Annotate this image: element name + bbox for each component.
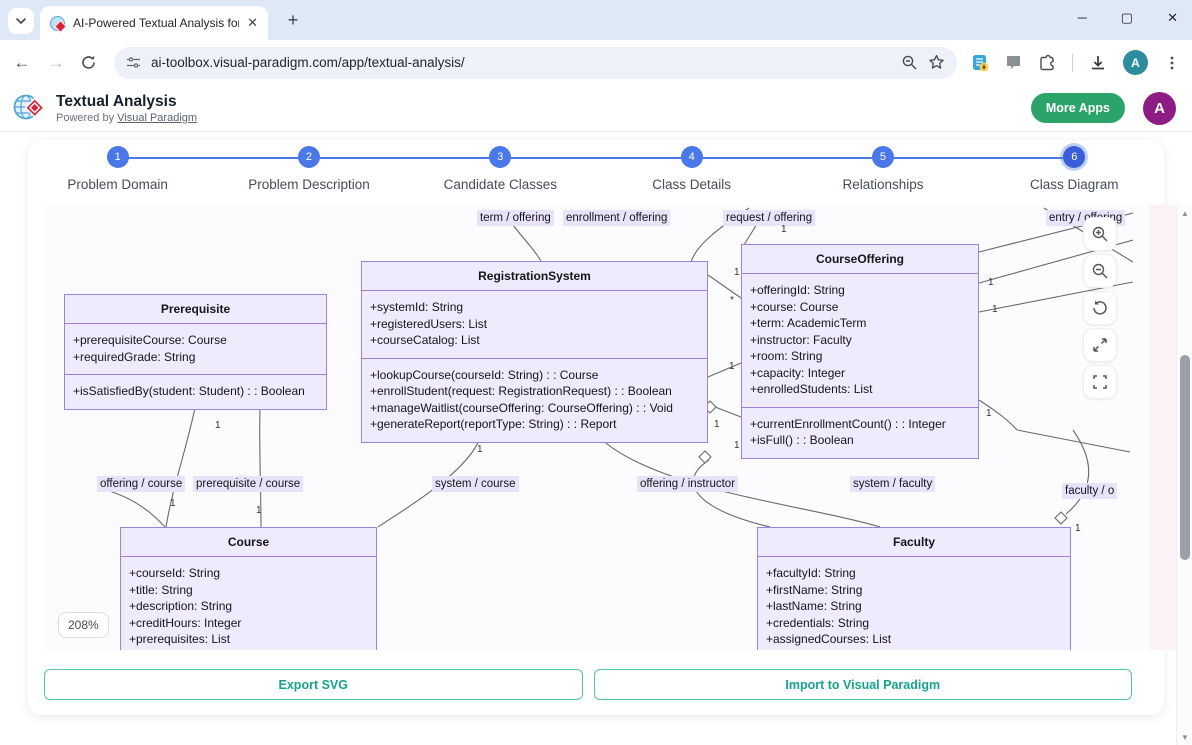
step-problem-description[interactable]: 2 Problem Description <box>213 132 404 205</box>
reset-view-icon <box>1091 299 1109 317</box>
tab-title: AI-Powered Textual Analysis for <box>73 16 239 30</box>
step-number: 5 <box>872 146 894 168</box>
import-to-vp-button[interactable]: Import to Visual Paradigm <box>594 669 1133 700</box>
page-zoom-icon[interactable] <box>901 54 918 71</box>
step-relationships[interactable]: 5 Relationships <box>787 132 978 205</box>
browser-profile-avatar[interactable]: A <box>1123 50 1148 75</box>
multiplicity-label: 1 <box>986 409 992 419</box>
address-bar[interactable]: ai-toolbox.visual-paradigm.com/app/textu… <box>114 47 957 79</box>
step-label: Class Details <box>652 177 731 192</box>
export-svg-button[interactable]: Export SVG <box>44 669 583 700</box>
zoom-in-button[interactable] <box>1083 217 1117 251</box>
multiplicity-layer: 1 1 * 1 1 1 1 1 1 1 1 1 1 1 <box>44 205 1133 650</box>
multiplicity-label: * <box>730 296 734 306</box>
extensions-icon[interactable] <box>1038 54 1056 72</box>
step-label: Relationships <box>842 177 923 192</box>
scrollbar-thumb[interactable] <box>1180 355 1190 560</box>
step-number: 1 <box>107 146 129 168</box>
maximize-button[interactable]: ▢ <box>1121 10 1133 26</box>
app-titles: Textual Analysis Powered by Visual Parad… <box>56 93 197 124</box>
expand-icon <box>1091 336 1109 354</box>
app-header: Textual Analysis Powered by Visual Parad… <box>0 85 1192 132</box>
window-controls: ─ ▢ ✕ <box>1078 10 1178 26</box>
multiplicity-label: 1 <box>988 278 994 288</box>
multiplicity-label: 1 <box>1075 524 1081 534</box>
multiplicity-label: 1 <box>734 268 740 278</box>
new-tab-button[interactable]: + <box>282 10 304 31</box>
minimize-button[interactable]: ─ <box>1078 10 1087 26</box>
diagram-viewport: Prerequisite+prerequisiteCourse: Course+… <box>44 205 1133 650</box>
step-label: Problem Description <box>248 177 370 192</box>
canvas-edge <box>1150 205 1176 650</box>
page: AI-Powered Textual Analysis for ✕ + ─ ▢ … <box>0 0 1192 745</box>
toolbar-icons: A <box>971 50 1180 75</box>
multiplicity-label: 1 <box>477 445 483 455</box>
tab-search-button[interactable] <box>8 8 34 34</box>
browser-tabstrip: AI-Powered Textual Analysis for ✕ + ─ ▢ … <box>0 0 1192 40</box>
expand-button[interactable] <box>1083 328 1117 362</box>
multiplicity-label: 1 <box>714 420 720 430</box>
canvas-controls <box>1083 217 1117 399</box>
multiplicity-label: 1 <box>729 362 735 372</box>
back-button[interactable]: ← <box>12 53 32 73</box>
bookmark-star-icon[interactable] <box>928 54 945 71</box>
multiplicity-label: 1 <box>215 421 221 431</box>
zoom-level-badge: 208% <box>58 612 109 638</box>
page-scrollbar[interactable]: ▲ ▼ <box>1176 205 1192 745</box>
browser-menu-icon[interactable] <box>1164 55 1180 71</box>
toolbar-divider <box>1072 54 1073 72</box>
fullscreen-icon <box>1091 373 1109 391</box>
site-favicon-icon <box>50 16 65 31</box>
tab-close-icon[interactable]: ✕ <box>247 15 258 31</box>
step-number: 4 <box>681 146 703 168</box>
zoom-out-button[interactable] <box>1083 254 1117 288</box>
step-number: 6 <box>1063 146 1085 168</box>
reload-button[interactable] <box>80 54 100 71</box>
powered-by-link[interactable]: Visual Paradigm <box>117 112 197 124</box>
step-label: Candidate Classes <box>444 177 557 192</box>
step-label: Class Diagram <box>1030 177 1119 192</box>
multiplicity-label: 1 <box>781 225 787 235</box>
fullscreen-button[interactable] <box>1083 365 1117 399</box>
user-avatar[interactable]: A <box>1143 92 1176 125</box>
forward-button[interactable]: → <box>46 53 66 73</box>
browser-toolbar: ← → ai-toolbox.visual-paradigm.com/app/t… <box>0 40 1192 85</box>
step-candidate-classes[interactable]: 3 Candidate Classes <box>405 132 596 205</box>
multiplicity-label: 1 <box>256 506 262 516</box>
close-button[interactable]: ✕ <box>1167 10 1178 26</box>
reset-view-button[interactable] <box>1083 291 1117 325</box>
step-number: 3 <box>489 146 511 168</box>
browser-tab[interactable]: AI-Powered Textual Analysis for ✕ <box>40 6 268 40</box>
step-problem-domain[interactable]: 1 Problem Domain <box>22 132 213 205</box>
multiplicity-label: 1 <box>992 305 998 315</box>
wizard-stepper: 1 Problem Domain 2 Problem Description 3 Cand… <box>0 132 1192 205</box>
multiplicity-label: 1 <box>170 499 176 509</box>
step-class-diagram[interactable]: 6 Class Diagram <box>979 132 1170 205</box>
app-title: Textual Analysis <box>56 93 197 111</box>
diagram-canvas[interactable]: Prerequisite+prerequisiteCourse: Course+… <box>44 205 1176 650</box>
step-number: 2 <box>298 146 320 168</box>
more-apps-button[interactable]: More Apps <box>1031 93 1125 123</box>
zoom-out-icon <box>1091 262 1109 280</box>
scroll-down-button[interactable]: ▼ <box>1177 729 1192 745</box>
url-text[interactable]: ai-toolbox.visual-paradigm.com/app/textu… <box>151 55 891 70</box>
visual-paradigm-logo <box>12 91 46 125</box>
site-settings-icon[interactable] <box>126 55 141 70</box>
comment-bubble-icon[interactable] <box>1005 54 1022 71</box>
reload-icon <box>80 54 97 71</box>
chevron-down-icon <box>15 15 27 27</box>
footer-actions: Export SVG Import to Visual Paradigm <box>44 669 1132 700</box>
download-icon[interactable] <box>1089 54 1107 72</box>
step-label: Problem Domain <box>67 177 168 192</box>
zoom-in-icon <box>1091 225 1109 243</box>
step-class-details[interactable]: 4 Class Details <box>596 132 787 205</box>
translate-page-icon[interactable] <box>971 54 989 72</box>
steps: 1 Problem Domain 2 Problem Description 3 Cand… <box>22 132 1170 205</box>
multiplicity-label: 1 <box>734 441 740 451</box>
scroll-up-button[interactable]: ▲ <box>1177 205 1192 221</box>
powered-by: Powered by Visual Paradigm <box>56 112 197 124</box>
